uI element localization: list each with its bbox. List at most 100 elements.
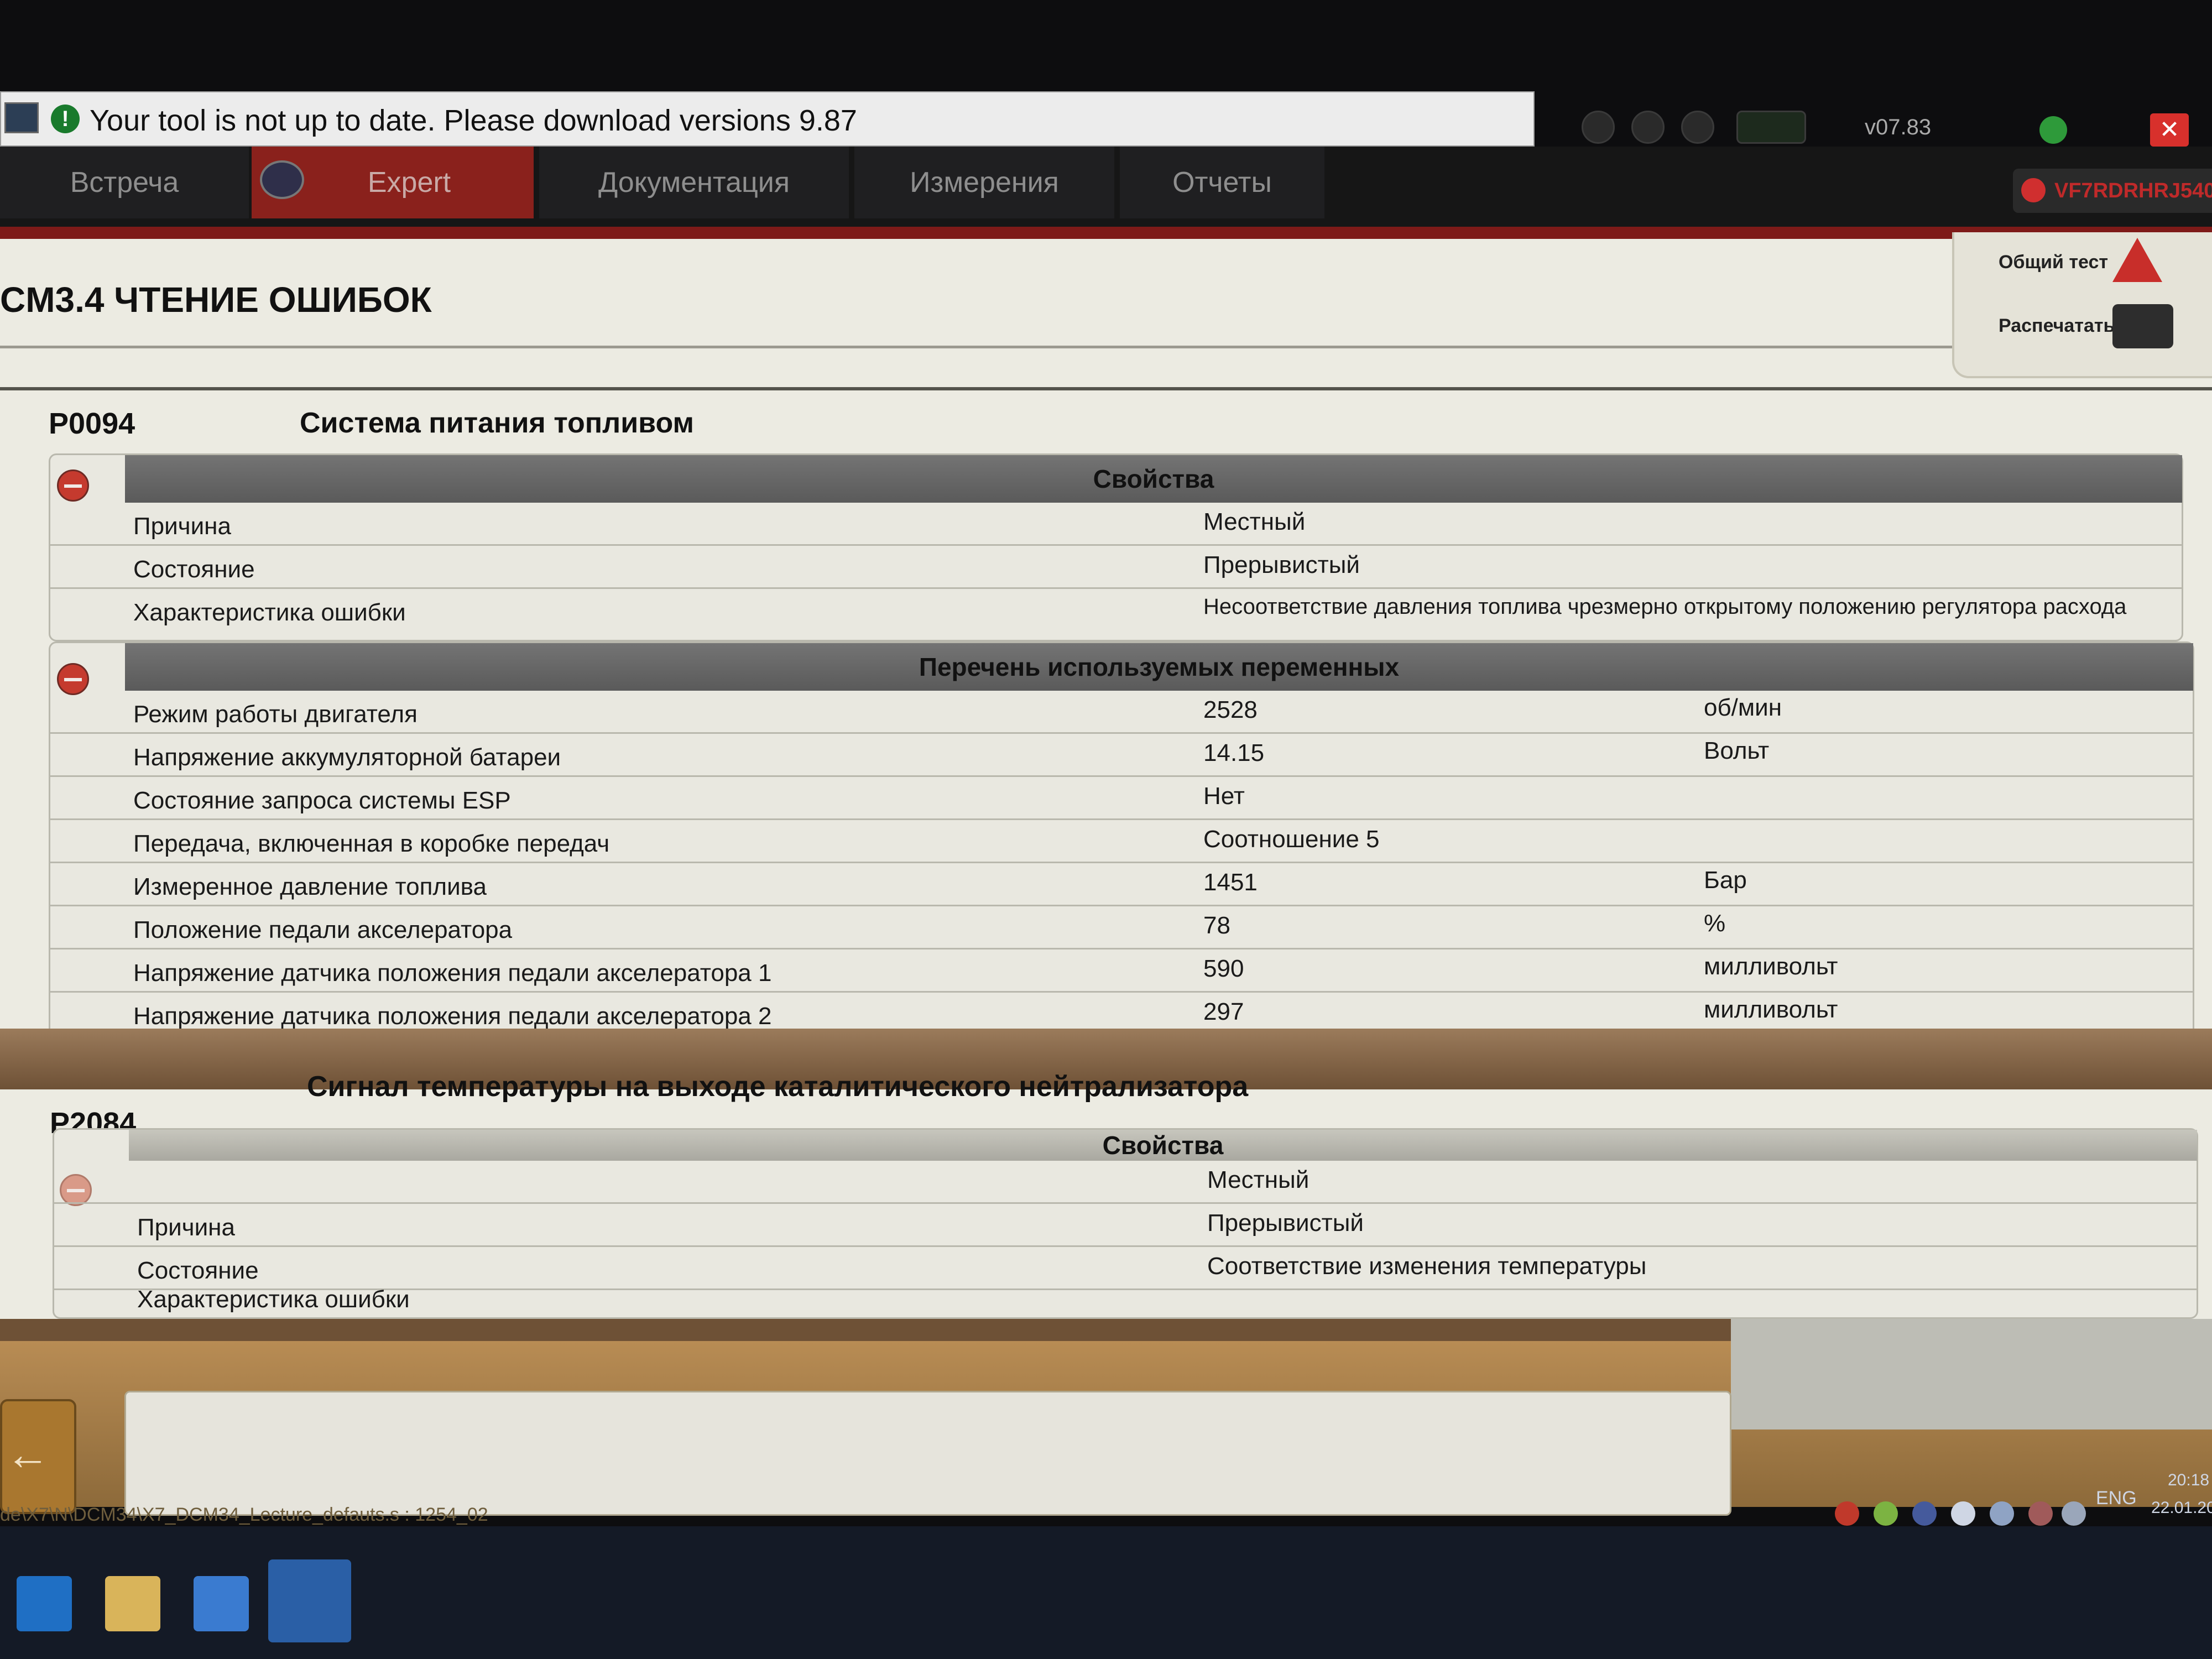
volume-icon[interactable] <box>2062 1501 2086 1526</box>
language-indicator[interactable]: ENG <box>2096 1488 2137 1509</box>
toolbar-icons <box>1582 111 1836 144</box>
exclamation-icon: ! <box>51 105 80 133</box>
page-title: CM3.4 ЧТЕНИЕ ОШИБОК <box>0 280 432 320</box>
row-label: Состояние запроса системы ESP <box>133 787 511 814</box>
store-icon[interactable] <box>194 1576 249 1631</box>
row-value: Несоответствие давления топлива чрезмерн… <box>1203 594 2127 619</box>
row-value: 78 <box>1203 912 1230 939</box>
row-label: Напряжение аккумуляторной батареи <box>133 744 561 771</box>
general-test-label[interactable]: Общий тест <box>1999 252 2108 273</box>
edge-browser-icon[interactable] <box>17 1576 72 1631</box>
row-value: 2528 <box>1203 696 1258 723</box>
nav-forward-icon[interactable] <box>1631 111 1665 144</box>
row-value: 1451 <box>1203 869 1258 896</box>
fault-code: P0094 <box>49 407 135 440</box>
row-label: Характеристика ошибки <box>137 1286 410 1313</box>
tab-meeting[interactable]: Встреча <box>0 147 249 218</box>
printer-icon[interactable] <box>2112 304 2173 348</box>
file-explorer-icon[interactable] <box>105 1576 160 1631</box>
software-version: v07.83 <box>1865 115 1932 139</box>
row-label: Напряжение датчика положения педали аксе… <box>133 1003 772 1030</box>
table-row: Положение педали акселератора 78 % <box>50 906 2193 950</box>
table-row: Состояние Прерывистый <box>50 546 2182 589</box>
row-unit: милливольт <box>1704 996 1838 1023</box>
row-unit: Бар <box>1704 867 1747 894</box>
connection-status-icon <box>2039 116 2067 144</box>
clock-date[interactable]: 22.01.20 <box>2151 1499 2212 1517</box>
side-actions-panel: Общий тест Распечатать <box>1952 232 2212 378</box>
diagbox-app-icon[interactable] <box>268 1559 351 1642</box>
monitor-icon <box>4 102 39 133</box>
row-label: Положение педали акселератора <box>133 916 513 943</box>
row-label: Причина <box>137 1214 235 1241</box>
variables-panel: Перечень используемых переменных Режим р… <box>49 641 2194 1078</box>
home-icon[interactable] <box>1681 111 1714 144</box>
table-row: Режим работы двигателя 2528 об/мин <box>50 691 2193 734</box>
properties-header: Свойства <box>125 455 2182 503</box>
row-value: Соответствие изменения температуры <box>1207 1253 1647 1280</box>
tab-documentation[interactable]: Документация <box>539 147 849 218</box>
row-value: Прерывистый <box>1207 1209 1364 1237</box>
table-row: Характеристика ошибки <box>54 1280 2197 1319</box>
close-button[interactable]: ✕ <box>2150 113 2189 147</box>
nav-back-icon[interactable] <box>1582 111 1615 144</box>
row-value: 14.15 <box>1203 739 1265 766</box>
tray-app-icon[interactable] <box>1874 1501 1898 1526</box>
tray-app-icon[interactable] <box>1912 1501 1937 1526</box>
tray-app-icon[interactable] <box>1835 1501 1859 1526</box>
properties-panel: Свойства Местный Причина Прерывистый Сос… <box>53 1128 2198 1319</box>
fault-title: Сигнал температуры на выходе каталитичес… <box>307 1071 1249 1103</box>
table-row: Передача, включенная в коробке передач С… <box>50 820 2193 863</box>
row-label: Причина <box>133 513 231 540</box>
properties-panel: Свойства Причина Местный Состояние Преры… <box>49 453 2183 641</box>
table-row: Местный <box>54 1161 2197 1204</box>
status-path: de\X7\N\DCM34\X7_DCM34_Lecture_defauts.s… <box>0 1504 488 1525</box>
row-value: Нет <box>1203 782 1245 810</box>
expert-magnifier-icon <box>260 160 304 199</box>
row-unit: % <box>1704 910 1726 937</box>
tab-reports[interactable]: Отчеты <box>1120 147 1324 218</box>
row-value: 590 <box>1203 955 1244 982</box>
scroll-panel <box>1731 1319 2212 1430</box>
row-unit: об/мин <box>1704 694 1782 721</box>
zoom-control-icon[interactable] <box>1736 111 1806 144</box>
shield-icon[interactable] <box>1951 1501 1975 1526</box>
update-warning-text: Your tool is not up to date. Please down… <box>90 104 857 137</box>
row-label: Характеристика ошибки <box>133 599 406 626</box>
tab-measurements[interactable]: Измерения <box>854 147 1114 218</box>
row-label: Режим работы двигателя <box>133 701 418 728</box>
table-row: Причина Прерывистый <box>54 1204 2197 1247</box>
row-label: Напряжение датчика положения педали аксе… <box>133 959 772 987</box>
network-icon[interactable] <box>2028 1501 2053 1526</box>
row-value: Местный <box>1207 1166 1310 1193</box>
main-nav: Встреча Expert Документация Измерения От… <box>0 147 2212 227</box>
table-row: Напряжение датчика положения педали аксе… <box>50 950 2193 993</box>
row-unit: Вольт <box>1704 737 1770 764</box>
header-divider <box>0 387 2212 390</box>
row-value: 297 <box>1203 998 1244 1025</box>
table-row: Причина Местный <box>50 503 2182 546</box>
table-row: Измеренное давление топлива 1451 Бар <box>50 863 2193 906</box>
row-label: Состояние <box>133 556 255 583</box>
title-divider <box>0 346 1958 348</box>
table-row: Напряжение аккумуляторной батареи 14.15 … <box>50 734 2193 777</box>
row-label: Измеренное давление топлива <box>133 873 487 900</box>
row-value: Прерывистый <box>1203 551 1360 578</box>
row-unit: милливольт <box>1704 953 1838 980</box>
message-area <box>124 1391 1731 1516</box>
clock-time[interactable]: 20:18 <box>2168 1471 2209 1490</box>
fault-title: Система питания топливом <box>300 407 694 439</box>
nav-underline <box>0 227 2212 239</box>
power-icon <box>2021 178 2046 202</box>
update-warning-bar: ! Your tool is not up to date. Please do… <box>0 91 1535 147</box>
collapse-icon[interactable] <box>57 469 89 502</box>
properties-header: Свойства <box>129 1130 2197 1161</box>
back-arrow-icon: ← <box>6 1430 50 1479</box>
warning-triangle-icon[interactable] <box>2112 238 2162 282</box>
row-value: Соотношение 5 <box>1203 826 1380 853</box>
variables-header: Перечень используемых переменных <box>125 643 2193 691</box>
battery-icon[interactable] <box>1990 1501 2014 1526</box>
print-label[interactable]: Распечатать <box>1999 315 2115 337</box>
row-value: Местный <box>1203 508 1306 535</box>
table-row: Состояние запроса системы ESP Нет <box>50 777 2193 820</box>
